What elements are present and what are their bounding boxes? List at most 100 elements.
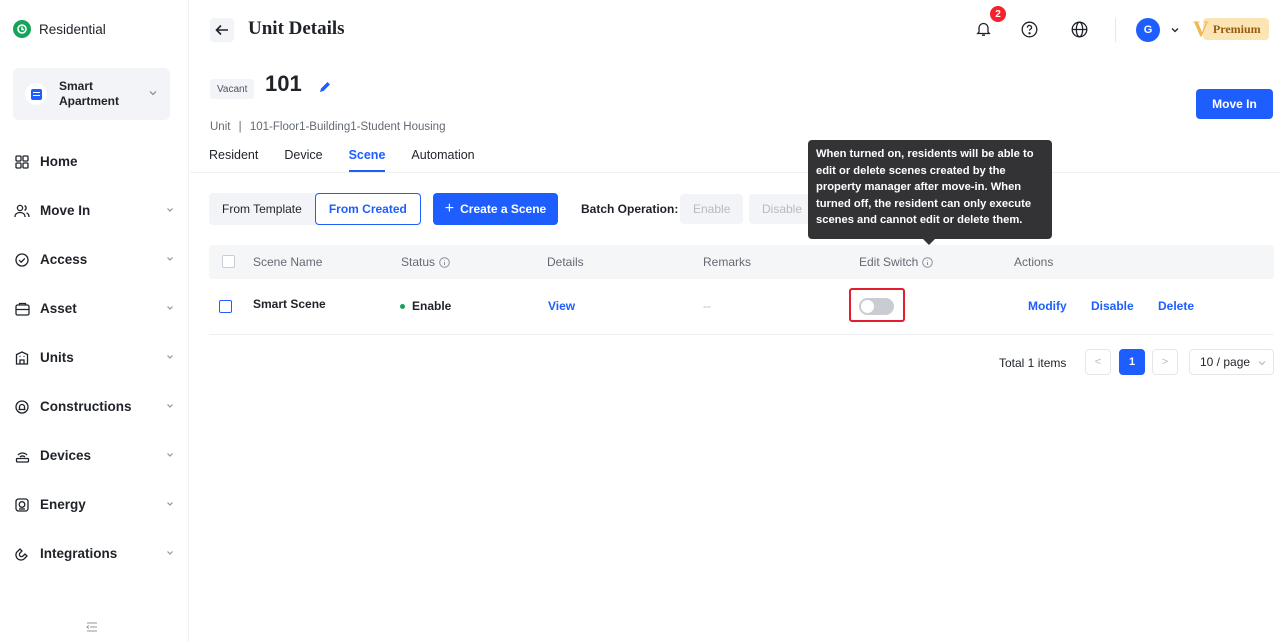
status-dot-icon	[400, 304, 405, 310]
notification-button[interactable]: 2	[972, 6, 1006, 40]
tab-automation[interactable]: Automation	[411, 142, 474, 172]
help-icon[interactable]	[1021, 21, 1038, 38]
apartment-icon	[25, 83, 47, 105]
chevron-down-icon	[167, 404, 173, 408]
create-scene-button[interactable]: + Create a Scene	[433, 193, 558, 225]
column-remarks: Remarks	[703, 255, 752, 269]
sidebar-item-move-in[interactable]: Move In	[0, 186, 189, 235]
sidebar-item-constructions[interactable]: Constructions	[0, 382, 189, 431]
column-scene-name: Scene Name	[253, 255, 323, 269]
bell-icon	[975, 22, 991, 36]
globe-icon[interactable]	[1071, 21, 1088, 38]
toggle-knob	[861, 300, 874, 313]
sidebar-item-label: Devices	[40, 448, 92, 463]
chevron-down-icon[interactable]	[1170, 26, 1180, 34]
plug-icon	[14, 546, 30, 562]
table-header: Scene Name Status Details Remarks Edit S…	[209, 245, 1274, 279]
batch-disable-button[interactable]: Disable	[749, 194, 816, 224]
plus-icon: +	[444, 200, 455, 217]
collapse-menu-icon[interactable]	[86, 622, 98, 632]
sidebar-item-label: Access	[40, 252, 88, 267]
tab-bar: Resident Device Scene Automation	[209, 142, 501, 172]
unit-number: 101	[265, 71, 302, 96]
chevron-down-icon	[167, 208, 173, 212]
meter-icon	[14, 497, 30, 513]
sidebar-item-label: Energy	[40, 497, 86, 512]
move-in-button[interactable]: Move In	[1196, 89, 1273, 119]
arrow-left-icon	[215, 24, 228, 36]
column-edit-switch-label: Edit Switch	[859, 255, 919, 269]
delete-link[interactable]: Delete	[1158, 299, 1194, 313]
sidebar: Residential Smart Apartment Home Move In…	[0, 0, 189, 642]
brand-logo-icon	[13, 20, 31, 38]
tab-resident[interactable]: Resident	[209, 142, 258, 172]
status-cell: Enable	[400, 299, 451, 313]
edit-switch-tooltip: When turned on, residents will be able t…	[808, 140, 1052, 239]
sidebar-item-label: Move In	[40, 203, 91, 218]
chevron-down-icon	[167, 306, 173, 310]
page-size-select[interactable]: 10 / page	[1189, 349, 1274, 375]
select-all-checkbox[interactable]	[222, 255, 235, 268]
avatar[interactable]: G	[1136, 18, 1160, 42]
next-page-button[interactable]: >	[1152, 349, 1178, 375]
sidebar-item-label: Constructions	[40, 399, 132, 414]
batch-enable-button[interactable]: Enable	[680, 194, 744, 224]
tab-scene[interactable]: Scene	[348, 142, 385, 172]
batch-operation-label: Batch Operation:	[581, 202, 679, 216]
tab-device[interactable]: Device	[284, 142, 322, 172]
status-text: Enable	[412, 299, 452, 313]
brand[interactable]: Residential	[13, 20, 106, 38]
chevron-down-icon	[167, 257, 173, 261]
pagination-total: Total 1 items	[999, 356, 1067, 370]
grid-icon	[14, 154, 30, 170]
row-checkbox[interactable]	[219, 300, 232, 313]
view-details-link[interactable]: View	[548, 299, 575, 313]
edit-switch-toggle[interactable]	[859, 298, 894, 315]
breadcrumb-path: 101-Floor1-Building1-Student Housing	[249, 121, 446, 133]
edit-switch-highlight	[849, 288, 905, 322]
breadcrumb-separator: |	[238, 121, 242, 133]
scene-name-cell: Smart Scene	[253, 297, 326, 311]
hardhat-icon	[14, 399, 30, 415]
info-icon[interactable]	[922, 256, 934, 268]
page-title: Unit Details	[248, 18, 345, 39]
sidebar-item-home[interactable]: Home	[0, 137, 189, 186]
from-created-button[interactable]: From Created	[314, 193, 421, 225]
chevron-down-icon	[167, 453, 173, 457]
sidebar-item-label: Asset	[40, 301, 77, 316]
from-template-button[interactable]: From Template	[209, 193, 315, 225]
column-edit-switch: Edit Switch	[859, 255, 934, 269]
header-divider	[1115, 18, 1116, 42]
sidebar-item-units[interactable]: Units	[0, 333, 189, 382]
notification-badge: 2	[990, 6, 1006, 22]
premium-logo: V	[1193, 16, 1209, 41]
chevron-down-icon	[167, 551, 173, 555]
sidebar-item-asset[interactable]: Asset	[0, 284, 189, 333]
tooltip-arrow	[923, 239, 935, 245]
sidebar-item-energy[interactable]: Energy	[0, 480, 189, 529]
disable-link[interactable]: Disable	[1091, 299, 1134, 313]
project-selector[interactable]: Smart Apartment	[13, 68, 170, 120]
premium-badge[interactable]: V Premium	[1193, 17, 1269, 41]
chevron-down-icon	[167, 502, 173, 506]
page-1-button[interactable]: 1	[1119, 349, 1145, 375]
sidebar-item-access[interactable]: Access	[0, 235, 189, 284]
prev-page-button[interactable]: <	[1085, 349, 1111, 375]
sidebar-nav: Home Move In Access Asset Units Construc…	[0, 137, 189, 578]
modify-link[interactable]: Modify	[1028, 299, 1067, 313]
back-button[interactable]	[210, 18, 234, 42]
status-badge: Vacant	[210, 79, 255, 99]
chevron-down-icon	[167, 355, 173, 359]
sidebar-item-devices[interactable]: Devices	[0, 431, 189, 480]
box-icon	[14, 301, 30, 317]
column-details: Details	[547, 255, 584, 269]
pencil-icon[interactable]	[318, 80, 332, 94]
create-scene-label: Create a Scene	[460, 202, 547, 216]
sidebar-item-integrations[interactable]: Integrations	[0, 529, 189, 578]
page-size-value: 10 / page	[1200, 355, 1251, 369]
chevron-down-icon	[149, 91, 157, 96]
tab-divider	[190, 172, 1280, 173]
info-icon[interactable]	[439, 256, 450, 268]
table-row: Smart Scene Enable View -- Modify Disabl…	[209, 279, 1274, 335]
users-icon	[14, 203, 30, 219]
